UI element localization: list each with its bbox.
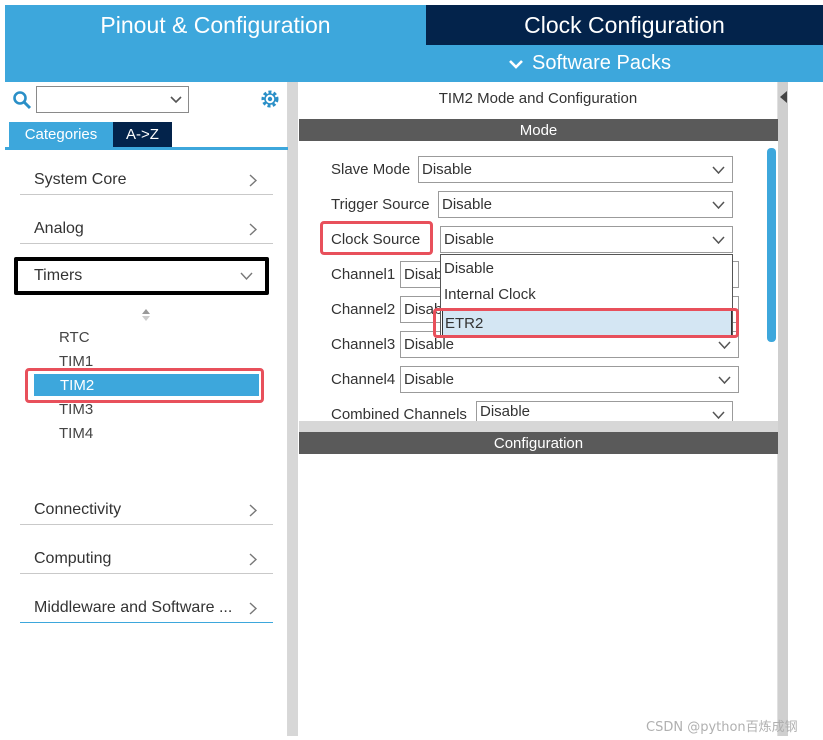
- category-middleware[interactable]: Middleware and Software ...: [20, 593, 273, 623]
- page-title: TIM2 Mode and Configuration: [438, 90, 638, 107]
- chevron-down-icon: [712, 166, 725, 174]
- mode-header-label: Mode: [519, 121, 558, 139]
- software-packs-button[interactable]: Software Packs: [508, 52, 671, 75]
- search-input[interactable]: [36, 86, 189, 113]
- category-label: System Core: [34, 170, 127, 188]
- chevron-right-icon: [249, 602, 257, 615]
- select-value: Disable: [442, 196, 493, 213]
- right-panel-divider[interactable]: [778, 82, 788, 736]
- channel1-label: Channel1: [331, 266, 396, 283]
- splitter[interactable]: [299, 421, 778, 432]
- select-value: Disable: [444, 231, 495, 248]
- select-value: Disable: [480, 403, 531, 420]
- highlight-box: [433, 308, 739, 338]
- header-secondary-bar: [5, 45, 823, 82]
- channel3-label: Channel3: [331, 336, 396, 353]
- select-value: Disable: [422, 161, 473, 178]
- combined-channels-select[interactable]: Disable: [476, 401, 733, 421]
- chevron-right-icon: [249, 174, 257, 187]
- category-label: Connectivity: [34, 500, 122, 518]
- category-connectivity[interactable]: Connectivity: [20, 495, 273, 525]
- channel4-select[interactable]: Disable: [400, 366, 739, 393]
- chevron-right-icon: [249, 223, 257, 236]
- category-system-core[interactable]: System Core: [20, 165, 273, 195]
- trigger-source-label: Trigger Source: [331, 196, 430, 213]
- select-value: Disable: [404, 371, 455, 388]
- category-label: Analog: [34, 219, 84, 237]
- select-value: Disable: [404, 336, 455, 353]
- category-analog[interactable]: Analog: [20, 214, 273, 244]
- timer-item-tim4[interactable]: TIM4: [59, 425, 93, 442]
- chevron-down-icon: [712, 411, 725, 419]
- tab-a-z-label: A->Z: [126, 126, 159, 143]
- tab-clock-configuration[interactable]: Clock Configuration: [426, 5, 823, 45]
- gear-icon[interactable]: [259, 88, 281, 110]
- clock-source-select[interactable]: Disable: [440, 226, 733, 253]
- chevron-right-icon: [249, 553, 257, 566]
- tab-categories[interactable]: Categories: [9, 122, 113, 147]
- slave-mode-label: Slave Mode: [331, 161, 411, 178]
- chevron-down-icon[interactable]: [170, 94, 182, 104]
- collapse-arrow-icon[interactable]: [779, 90, 788, 104]
- tab-clock-label: Clock Configuration: [524, 11, 725, 38]
- chevron-down-icon: [718, 376, 731, 384]
- chevron-down-icon: [712, 236, 725, 244]
- mode-scrollbar[interactable]: [767, 148, 776, 342]
- tab-categories-label: Categories: [24, 126, 98, 143]
- category-label: Computing: [34, 549, 112, 567]
- trigger-source-select[interactable]: Disable: [438, 191, 733, 218]
- highlight-box: [320, 221, 433, 255]
- watermark: CSDN @python百炼成钢: [646, 720, 798, 735]
- channel4-label: Channel4: [331, 371, 396, 388]
- channel2-label: Channel2: [331, 301, 396, 318]
- dropdown-option-disable[interactable]: Disable: [444, 260, 494, 277]
- chevron-down-icon: [240, 272, 253, 281]
- chevron-down-icon: [509, 59, 523, 69]
- tab-pinout-configuration[interactable]: Pinout & Configuration: [5, 5, 426, 45]
- chevron-down-icon: [712, 201, 725, 209]
- category-label: Timers: [34, 267, 83, 284]
- left-panel-scrollbar[interactable]: [288, 82, 298, 736]
- category-computing[interactable]: Computing: [20, 544, 273, 574]
- tab-pinout-label: Pinout & Configuration: [100, 11, 331, 38]
- dropdown-option-internal-clock[interactable]: Internal Clock: [444, 286, 536, 303]
- chevron-right-icon: [249, 504, 257, 517]
- tab-a-z[interactable]: A->Z: [113, 122, 172, 147]
- tab-underline: [5, 147, 288, 150]
- configuration-header-label: Configuration: [493, 434, 584, 452]
- category-timers[interactable]: Timers: [14, 257, 269, 295]
- search-icon[interactable]: [12, 90, 32, 110]
- configuration-section-header: Configuration: [299, 432, 778, 454]
- category-label: Middleware and Software ...: [34, 598, 233, 616]
- sort-icon[interactable]: [141, 308, 151, 322]
- software-packs-label: Software Packs: [532, 52, 671, 74]
- timer-item-tim3[interactable]: TIM3: [59, 401, 93, 418]
- mode-section-header: Mode: [299, 119, 778, 141]
- timer-item-rtc[interactable]: RTC: [59, 329, 90, 346]
- highlight-box: [25, 368, 264, 403]
- chevron-down-icon: [718, 341, 731, 349]
- slave-mode-select[interactable]: Disable: [418, 156, 733, 183]
